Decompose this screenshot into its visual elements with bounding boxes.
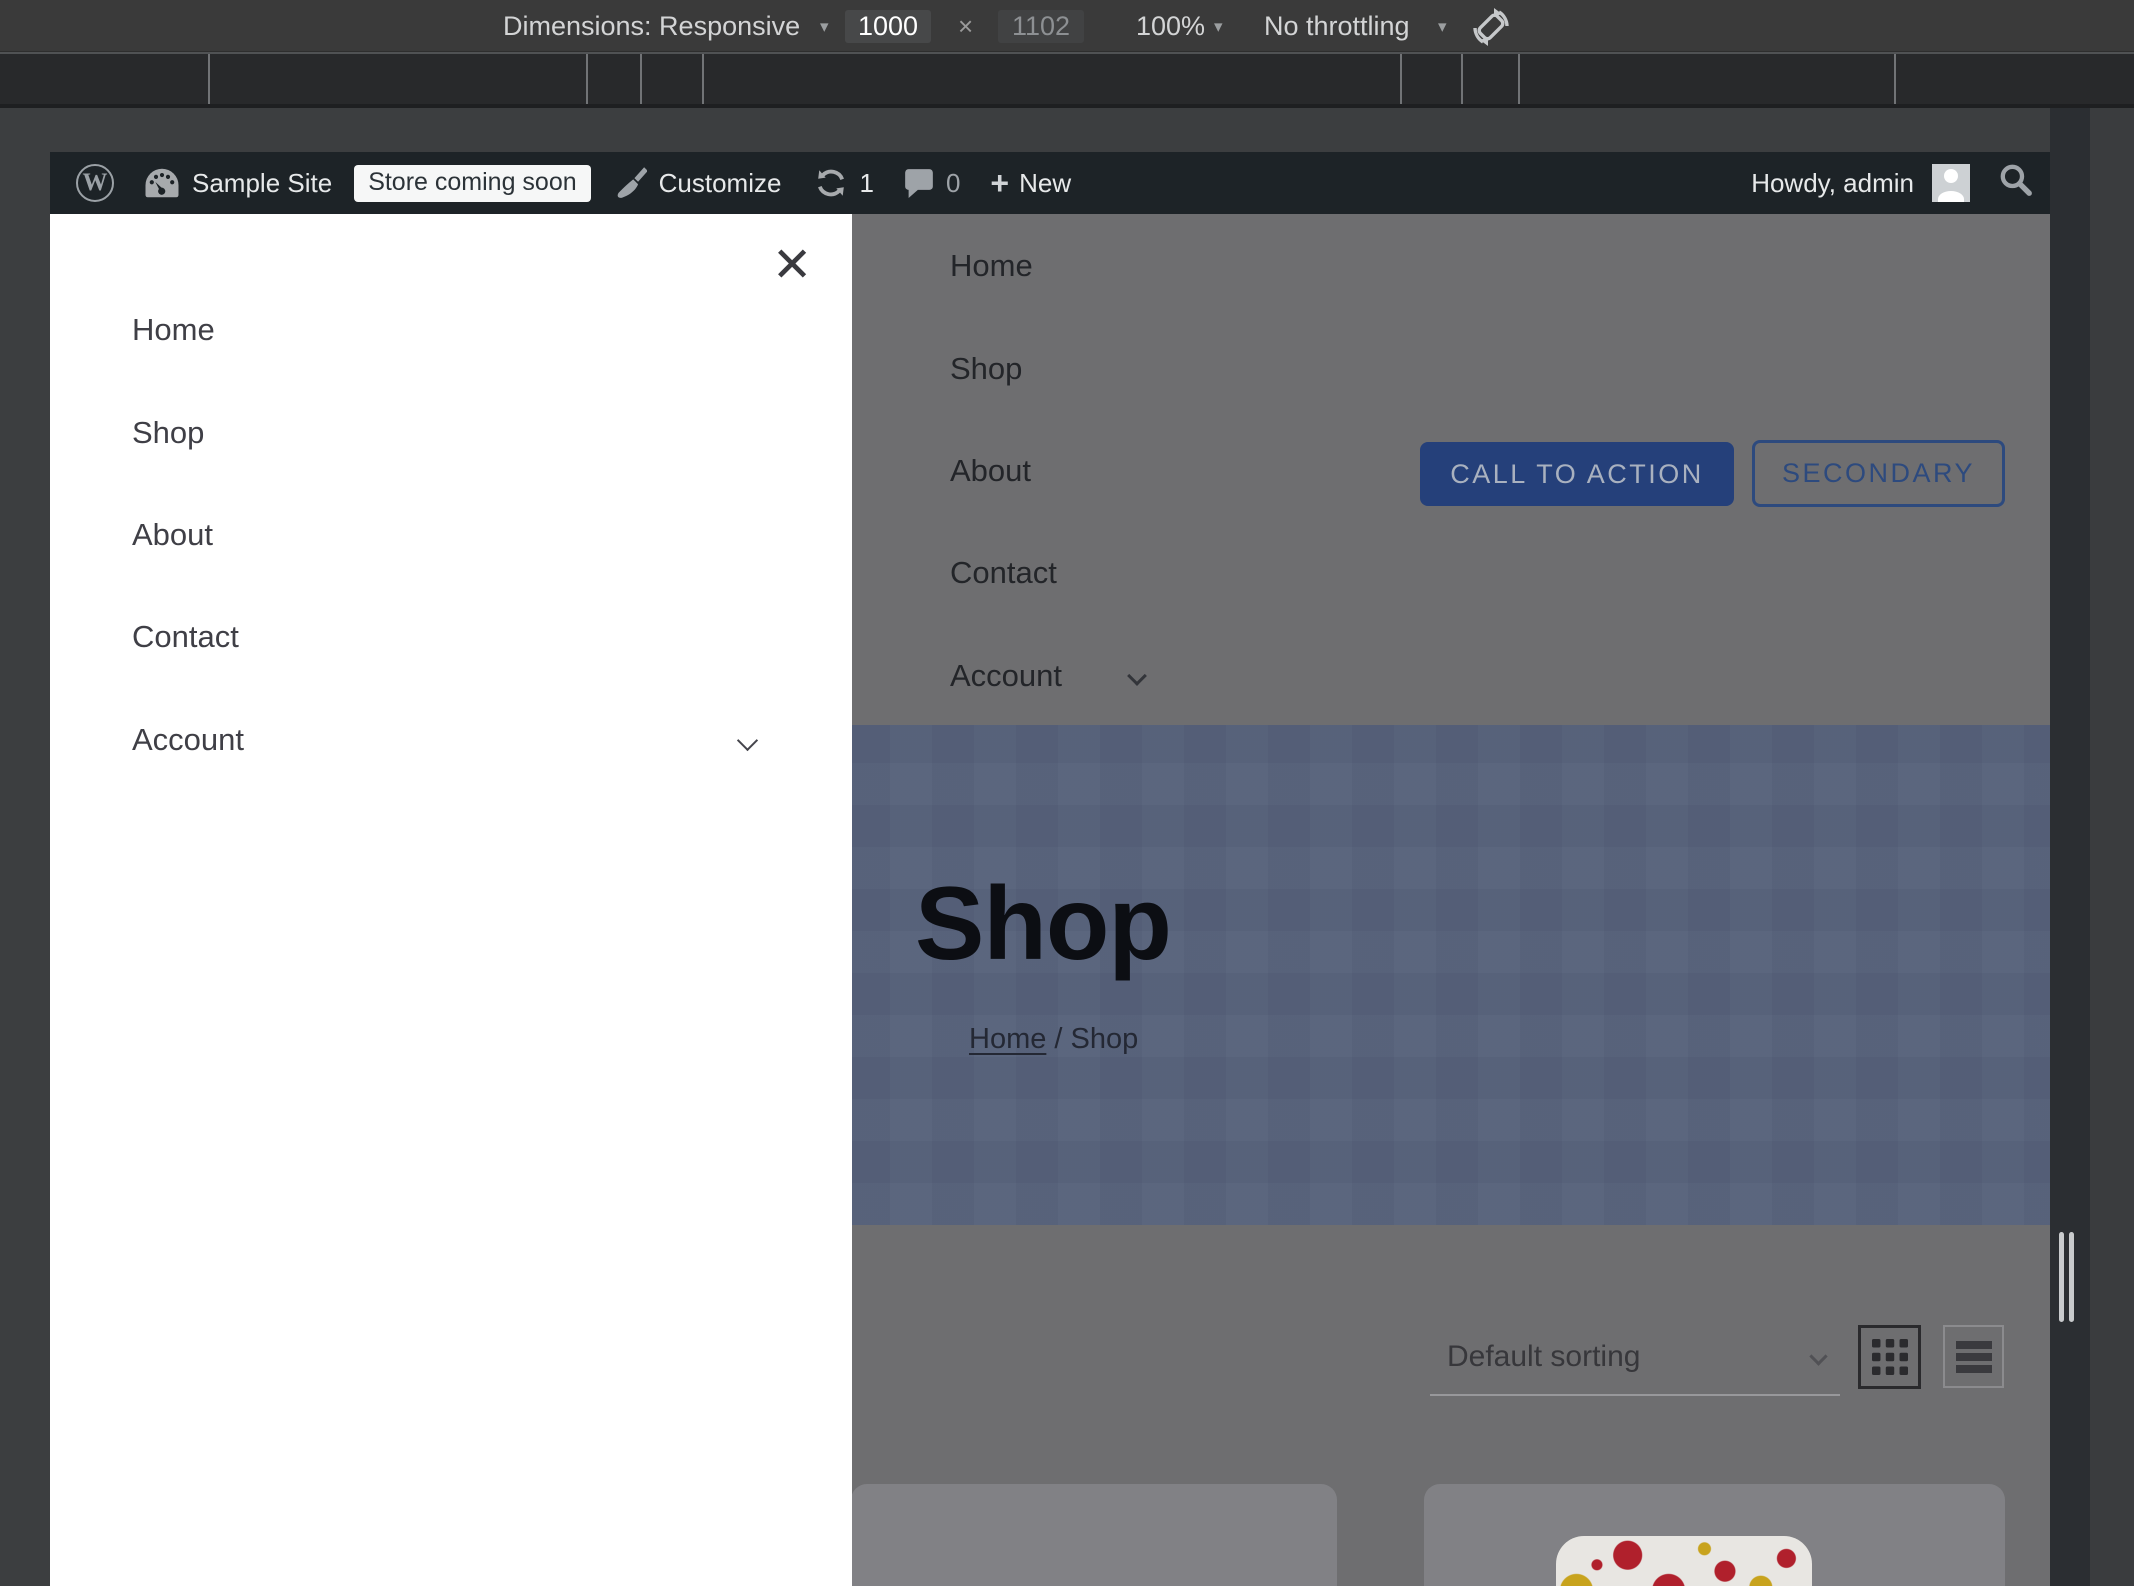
menu-item-about[interactable]: About <box>132 517 213 553</box>
dimensions-selector[interactable]: Dimensions: Responsive <box>503 0 800 52</box>
call-to-action-button[interactable]: CALL TO ACTION <box>1420 442 1734 506</box>
viewport-resize-strip[interactable] <box>2050 108 2090 1586</box>
breadcrumb: Home / Shop <box>969 1023 1138 1056</box>
list-view-button[interactable] <box>1943 1325 2004 1388</box>
update-icon <box>815 167 847 199</box>
ruler-line <box>702 54 704 104</box>
close-icon[interactable]: ✕ <box>772 242 812 290</box>
admin-bar-customize[interactable]: Customize <box>659 168 782 199</box>
viewport-height-input[interactable]: 1102 <box>998 10 1084 43</box>
page-title: Shop <box>915 866 1172 982</box>
chevron-down-icon[interactable] <box>736 729 759 752</box>
sorting-underline <box>1430 1394 1840 1396</box>
list-view-icon <box>1955 1340 1992 1373</box>
product-image <box>1556 1536 1812 1586</box>
devtools-responsive-view: Dimensions: Responsive ▾ 1000 × 1102 100… <box>0 0 2134 1586</box>
menu-item-account[interactable]: Account <box>132 722 244 758</box>
device-viewport: W Sample Site Store coming soon Customiz… <box>50 152 2050 1586</box>
comment-icon <box>904 168 934 198</box>
search-icon[interactable] <box>1998 162 2034 205</box>
chevron-down-icon: ▾ <box>1438 17 1447 36</box>
nav-item-account[interactable]: Account <box>950 658 1062 694</box>
store-coming-soon-badge: Store coming soon <box>354 164 591 202</box>
product-card[interactable] <box>851 1484 1337 1586</box>
chevron-down-icon <box>1809 1347 1828 1366</box>
menu-item-shop[interactable]: Shop <box>132 415 204 451</box>
breadcrumb-separator: / <box>1054 1023 1063 1055</box>
wp-logo-icon[interactable]: W <box>76 164 114 202</box>
grid-view-button[interactable] <box>1858 1325 1921 1389</box>
nav-item-shop[interactable]: Shop <box>950 351 1022 387</box>
site-page: Home Shop About Contact Account CALL TO … <box>50 214 2050 1586</box>
chevron-down-icon: ▾ <box>1214 17 1223 36</box>
ruler-line <box>640 54 642 104</box>
dimensions-times-separator: × <box>958 11 974 41</box>
admin-bar-site-name[interactable]: Sample Site <box>192 168 332 199</box>
resize-handle-bar[interactable] <box>2069 1232 2074 1322</box>
chevron-down-icon[interactable] <box>1127 666 1147 686</box>
menu-item-home[interactable]: Home <box>132 312 215 348</box>
updates-count[interactable]: 1 <box>859 168 873 199</box>
media-query-ruler <box>0 52 2134 108</box>
nav-item-contact[interactable]: Contact <box>950 555 1057 591</box>
comments-count[interactable]: 0 <box>946 168 960 199</box>
throttling-selector[interactable]: No throttling <box>1264 0 1410 52</box>
breadcrumb-current: Shop <box>1070 1023 1139 1055</box>
gauge-icon <box>144 167 180 199</box>
wp-admin-bar: W Sample Site Store coming soon Customiz… <box>50 152 2050 214</box>
grid-view-icon <box>1871 1339 1908 1375</box>
devtools-toolbar: Dimensions: Responsive ▾ 1000 × 1102 100… <box>0 0 2134 52</box>
nav-item-about[interactable]: About <box>950 453 1031 489</box>
zoom-selector[interactable]: 100% <box>1136 0 1205 52</box>
brush-icon <box>617 166 647 200</box>
secondary-button[interactable]: SECONDARY <box>1752 440 2005 507</box>
ruler-line <box>1461 54 1463 104</box>
nav-item-home[interactable]: Home <box>950 248 1033 284</box>
admin-bar-new[interactable]: New <box>1019 168 1071 199</box>
sorting-select[interactable]: Default sorting <box>1447 1340 1640 1374</box>
plus-icon: + <box>990 164 1010 201</box>
resize-handle-bar[interactable] <box>2059 1232 2064 1322</box>
ruler-line <box>1894 54 1896 104</box>
rotate-icon[interactable] <box>1468 4 1514 55</box>
ruler-line <box>208 54 210 104</box>
viewport-width-input[interactable]: 1000 <box>845 10 931 43</box>
menu-item-contact[interactable]: Contact <box>132 619 239 655</box>
avatar[interactable] <box>1932 164 1970 202</box>
devtools-background <box>2090 108 2134 1586</box>
ruler-line <box>586 54 588 104</box>
chevron-down-icon: ▾ <box>820 17 829 36</box>
ruler-line <box>1518 54 1520 104</box>
howdy-account[interactable]: Howdy, admin <box>1751 168 1914 199</box>
ruler-line <box>1400 54 1402 104</box>
breadcrumb-home-link[interactable]: Home <box>969 1023 1046 1055</box>
mobile-menu-panel: ✕ Home Shop About Contact Account <box>50 214 852 1586</box>
